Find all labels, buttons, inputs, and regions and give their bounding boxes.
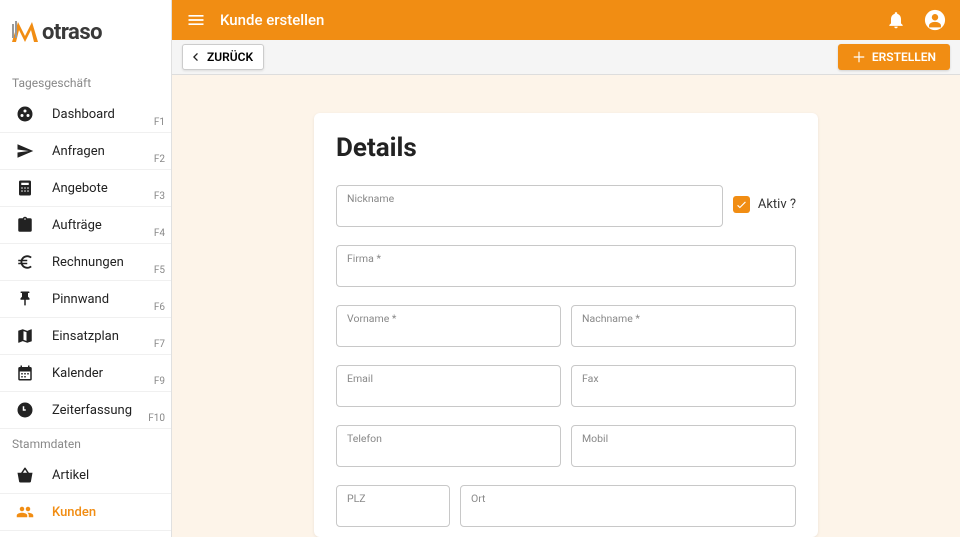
field-label: Vorname *: [347, 312, 550, 325]
nav-artikel[interactable]: Artikel: [0, 457, 171, 494]
vorname-field[interactable]: Vorname *: [336, 305, 561, 347]
nav-label: Einsatzplan: [52, 329, 159, 344]
nav-pinnwand[interactable]: Pinnwand F6: [0, 281, 171, 318]
sidebar: otraso Tagesgeschäft Dashboard F1 Anfrag…: [0, 0, 172, 537]
clock-icon: [14, 401, 36, 419]
logo: otraso: [0, 0, 171, 68]
active-checkbox-wrap: Aktiv ?: [733, 185, 796, 213]
nav-section-daily: Tagesgeschäft: [0, 68, 171, 96]
basket-icon: [14, 466, 36, 484]
nav-label: Dashboard: [52, 107, 159, 122]
field-label: Firma *: [347, 252, 785, 265]
top-icons: [886, 9, 946, 31]
nav-label: Artikel: [52, 468, 159, 483]
nav-shortcut: F5: [154, 265, 165, 276]
paper-plane-icon: [14, 142, 36, 160]
mobil-field[interactable]: Mobil: [571, 425, 796, 467]
nav-shortcut: F1: [154, 117, 165, 128]
details-card: Details Nickname Aktiv ? Firma * Vorname…: [314, 113, 818, 537]
chevron-left-icon: [187, 49, 203, 65]
nav-label: Rechnungen: [52, 255, 159, 270]
page-title: Kunde erstellen: [220, 11, 886, 29]
main: Kunde erstellen ZURÜCK ERSTELLEN Details…: [172, 0, 960, 537]
nav-shortcut: F9: [154, 376, 165, 387]
nickname-field[interactable]: Nickname: [336, 185, 723, 227]
nav-kunden[interactable]: Kunden: [0, 494, 171, 531]
field-label: Mobil: [582, 432, 785, 445]
back-button[interactable]: ZURÜCK: [182, 44, 264, 70]
dashboard-icon: [14, 105, 36, 123]
nav-rechnungen[interactable]: Rechnungen F5: [0, 244, 171, 281]
nav-shortcut: F7: [154, 339, 165, 350]
card-title: Details: [336, 133, 796, 163]
nav-angebote[interactable]: Angebote F3: [0, 170, 171, 207]
field-label: Nickname: [347, 192, 712, 205]
content: Details Nickname Aktiv ? Firma * Vorname…: [172, 75, 960, 537]
logo-text: otraso: [42, 20, 102, 45]
create-button[interactable]: ERSTELLEN: [838, 44, 950, 70]
plz-field[interactable]: PLZ: [336, 485, 450, 527]
nav-einsatzplan[interactable]: Einsatzplan F7: [0, 318, 171, 355]
calendar-icon: [14, 364, 36, 382]
nav-section-master: Stammdaten: [0, 429, 171, 457]
firma-field[interactable]: Firma *: [336, 245, 796, 287]
field-label: PLZ: [347, 492, 439, 505]
active-label: Aktiv ?: [758, 197, 796, 212]
back-label: ZURÜCK: [207, 50, 253, 64]
account-icon[interactable]: [924, 9, 946, 31]
nav-label: Angebote: [52, 181, 159, 196]
nav-kalender[interactable]: Kalender F9: [0, 355, 171, 392]
nav-label: Aufträge: [52, 218, 159, 233]
nav-zeiterfassung[interactable]: Zeiterfassung F10: [0, 392, 171, 429]
users-icon: [14, 503, 36, 521]
clipboard-icon: [14, 216, 36, 234]
telefon-field[interactable]: Telefon: [336, 425, 561, 467]
nav-anfragen[interactable]: Anfragen F2: [0, 133, 171, 170]
euro-icon: [14, 253, 36, 271]
plus-icon: [852, 50, 866, 64]
field-label: Nachname *: [582, 312, 785, 325]
nav-shortcut: F6: [154, 302, 165, 313]
nav-auftraege[interactable]: Aufträge F4: [0, 207, 171, 244]
nav-label: Anfragen: [52, 144, 159, 159]
active-checkbox[interactable]: [733, 196, 750, 213]
fax-field[interactable]: Fax: [571, 365, 796, 407]
map-icon: [14, 327, 36, 345]
action-row: ZURÜCK ERSTELLEN: [172, 40, 960, 75]
email-field[interactable]: Email: [336, 365, 561, 407]
nav-shortcut: F2: [154, 154, 165, 165]
nav-dashboard[interactable]: Dashboard F1: [0, 96, 171, 133]
nav-shortcut: F10: [148, 413, 165, 424]
topbar: Kunde erstellen: [172, 0, 960, 40]
nachname-field[interactable]: Nachname *: [571, 305, 796, 347]
menu-button[interactable]: [186, 10, 206, 30]
nav-shortcut: F3: [154, 191, 165, 202]
nav-label: Pinnwand: [52, 292, 159, 307]
calculator-icon: [14, 179, 36, 197]
field-label: Fax: [582, 372, 785, 385]
bell-icon[interactable]: [886, 10, 906, 30]
field-label: Email: [347, 372, 550, 385]
field-label: Ort: [471, 492, 785, 505]
field-label: Telefon: [347, 432, 550, 445]
ort-field[interactable]: Ort: [460, 485, 796, 527]
nav-shortcut: F4: [154, 228, 165, 239]
nav-label: Kunden: [52, 505, 159, 520]
logo-mark: [12, 18, 38, 46]
nav-label: Kalender: [52, 366, 159, 381]
create-label: ERSTELLEN: [872, 50, 936, 64]
pin-icon: [14, 290, 36, 308]
nav-label: Zeiterfassung: [52, 403, 159, 418]
